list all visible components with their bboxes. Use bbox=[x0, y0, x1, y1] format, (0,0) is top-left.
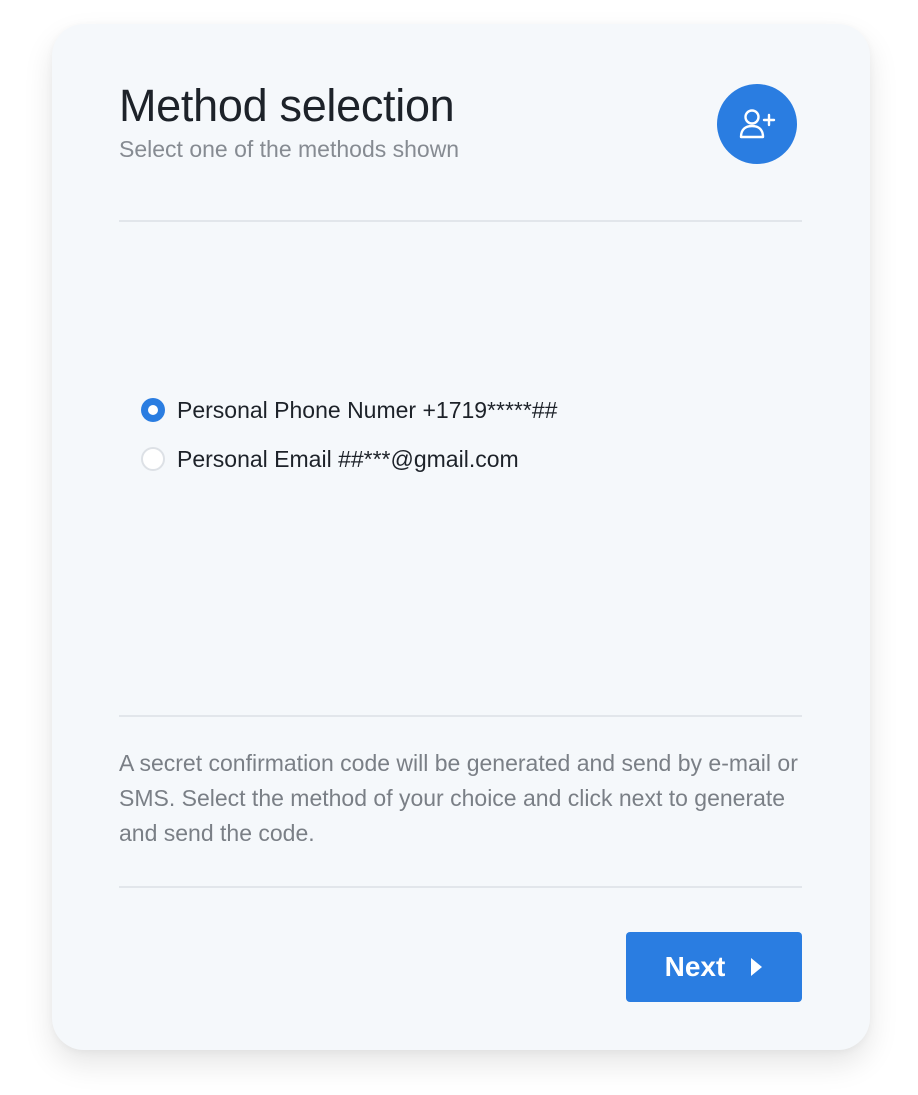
option-phone-label: Personal Phone Numer +1719*****## bbox=[177, 397, 558, 423]
email-radio[interactable] bbox=[141, 447, 165, 471]
caret-right-icon bbox=[749, 957, 763, 977]
phone-radio[interactable] bbox=[141, 398, 165, 422]
user-plus-icon bbox=[717, 84, 797, 164]
option-email-label: Personal Email ##***@gmail.com bbox=[177, 446, 519, 472]
method-selection-card: Method selection Select one of the metho… bbox=[52, 24, 870, 1050]
option-email[interactable]: Personal Email ##***@gmail.com bbox=[141, 445, 519, 473]
info-text: A secret confirmation code will be gener… bbox=[119, 750, 798, 846]
option-phone[interactable]: Personal Phone Numer +1719*****## bbox=[141, 396, 557, 424]
header-divider bbox=[119, 220, 802, 222]
next-button-label: Next bbox=[664, 951, 726, 982]
options-divider bbox=[119, 715, 802, 717]
page-title: Method selection bbox=[119, 80, 455, 131]
next-button[interactable]: Next bbox=[626, 932, 802, 1002]
footer-divider bbox=[119, 886, 802, 888]
page-subtitle: Select one of the methods shown bbox=[119, 136, 460, 162]
